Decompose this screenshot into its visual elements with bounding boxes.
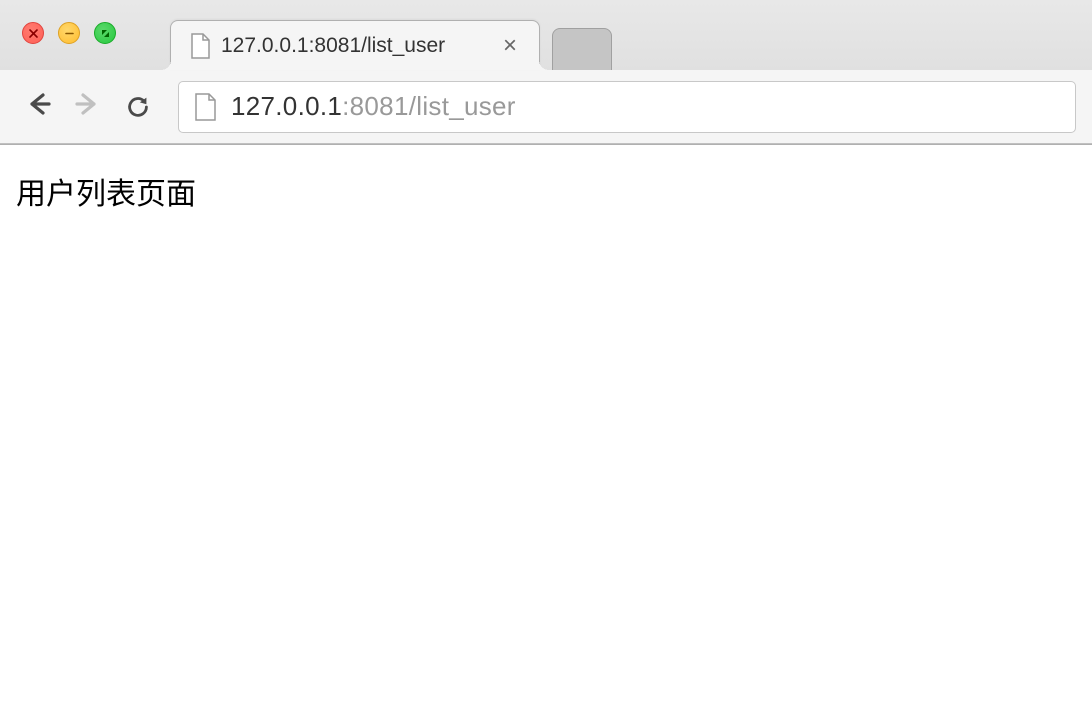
close-icon bbox=[28, 28, 39, 39]
page-content: 用户列表页面 bbox=[0, 145, 1092, 237]
address-bar[interactable]: 127.0.0.1:8081/list_user bbox=[178, 81, 1076, 133]
minimize-window-button[interactable] bbox=[58, 22, 80, 44]
browser-chrome: 127.0.0.1:8081/list_user × bbox=[0, 0, 1092, 145]
url-host: 127.0.0.1 bbox=[231, 91, 342, 121]
tab-title: 127.0.0.1:8081/list_user bbox=[221, 34, 483, 58]
page-icon bbox=[189, 33, 211, 59]
reload-button[interactable] bbox=[116, 85, 160, 129]
url-port: :8081 bbox=[342, 91, 409, 121]
arrow-right-icon bbox=[73, 89, 103, 124]
url-text: 127.0.0.1:8081/list_user bbox=[231, 91, 516, 122]
page-heading: 用户列表页面 bbox=[16, 169, 1076, 213]
tab-active[interactable]: 127.0.0.1:8081/list_user × bbox=[170, 20, 540, 70]
maximize-icon bbox=[100, 28, 111, 39]
tab-close-button[interactable]: × bbox=[499, 32, 521, 60]
url-path: /list_user bbox=[409, 91, 516, 121]
page-icon bbox=[193, 92, 217, 122]
arrow-left-icon bbox=[23, 89, 53, 124]
window-controls bbox=[0, 14, 116, 44]
title-bar: 127.0.0.1:8081/list_user × bbox=[0, 0, 1092, 70]
new-tab-placeholder[interactable] bbox=[552, 28, 612, 70]
back-button[interactable] bbox=[16, 85, 60, 129]
forward-button[interactable] bbox=[66, 85, 110, 129]
maximize-window-button[interactable] bbox=[94, 22, 116, 44]
minimize-icon bbox=[64, 28, 75, 39]
toolbar: 127.0.0.1:8081/list_user bbox=[0, 70, 1092, 144]
close-window-button[interactable] bbox=[22, 22, 44, 44]
reload-icon bbox=[124, 93, 152, 121]
tab-strip: 127.0.0.1:8081/list_user × bbox=[170, 0, 612, 70]
